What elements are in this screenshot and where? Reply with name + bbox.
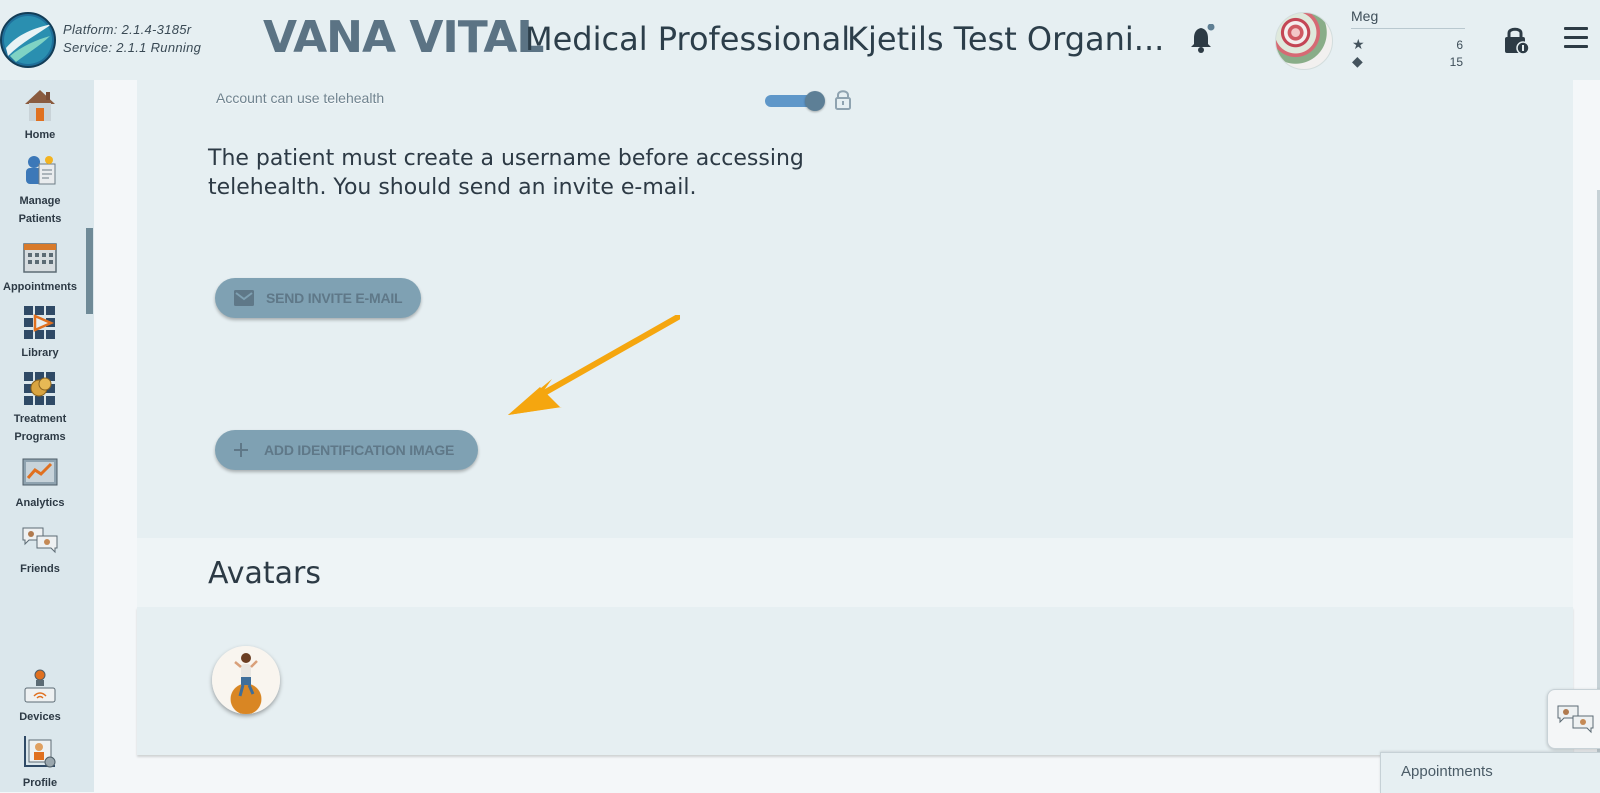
app-header: Platform: 2.1.4-3185r Service: 2.1.1 Run… <box>0 0 1600 80</box>
library-icon <box>24 306 55 339</box>
home-icon <box>25 90 55 121</box>
hamburger-menu-icon[interactable] <box>1564 27 1588 49</box>
user-role[interactable]: Medical Professional <box>525 20 850 58</box>
pointer-arrow <box>508 315 680 415</box>
friends-icon <box>22 527 58 554</box>
sidebar-item-label: Devices <box>19 711 61 723</box>
sidebar-item-label: Friends <box>20 563 60 575</box>
sidebar-item-label: Analytics <box>15 497 65 509</box>
sidebar-item-treatment-programs[interactable]: Treatment Programs <box>0 370 80 446</box>
platform-version: Platform: 2.1.4-3185r <box>63 22 192 37</box>
sidebar-item-friends[interactable]: Friends <box>0 520 80 578</box>
sidebar-item-label: Manage Patients <box>18 195 62 225</box>
sidebar-item-profile[interactable]: Profile <box>0 734 80 792</box>
sidebar-item-home[interactable]: Home <box>0 86 80 144</box>
avatars-header-band <box>137 538 1573 607</box>
lock-icon <box>835 90 851 110</box>
send-invite-label: SEND INVITE E-MAIL <box>266 290 403 306</box>
patients-icon <box>26 156 56 185</box>
devices-icon <box>24 669 56 703</box>
avatars-heading: Avatars <box>208 556 322 591</box>
send-invite-email-button[interactable]: SEND INVITE E-MAIL <box>215 278 421 318</box>
diamond-icon: ◆ <box>1352 53 1363 69</box>
sidebar-item-manage-patients[interactable]: Manage Patients <box>0 152 80 228</box>
app-logo-icon[interactable] <box>0 12 56 68</box>
telehealth-label: Account can use telehealth <box>216 90 385 106</box>
sidebar-item-label: Home <box>24 129 56 141</box>
avatars-card <box>137 607 1573 755</box>
star-count: 6 <box>1456 38 1463 52</box>
friends-chat-icon <box>1557 705 1594 734</box>
sidebar-item-analytics[interactable]: Analytics <box>0 454 80 512</box>
sidebar-scrollbar[interactable] <box>86 228 93 314</box>
avatar-option[interactable] <box>212 646 280 714</box>
telehealth-toggle[interactable] <box>765 91 825 111</box>
sidebar-item-label: Treatment Programs <box>13 413 67 443</box>
organization-name[interactable]: Kjetils Test Organi... <box>847 20 1164 58</box>
star-icon: ★ <box>1352 36 1365 52</box>
lock-icon[interactable] <box>1502 25 1530 55</box>
gem-count: 15 <box>1449 55 1463 69</box>
profile-icon <box>24 736 56 768</box>
appointments-tab-label: Appointments <box>1401 763 1493 780</box>
sidebar-item-label: Appointments <box>3 281 77 293</box>
child-figure-icon <box>234 653 258 697</box>
sidebar-item-label: Library <box>21 347 59 359</box>
calendar-icon <box>23 243 57 273</box>
sidebar-item-label: Profile <box>22 777 58 789</box>
plus-icon <box>234 443 248 457</box>
appointments-drawer-tab[interactable]: Appointments <box>1380 752 1600 793</box>
sidebar-item-library[interactable]: Library <box>0 304 80 362</box>
user-name[interactable]: Meg <box>1351 8 1378 24</box>
sidebar-item-devices[interactable]: Devices <box>0 668 80 726</box>
add-identification-image-button[interactable]: ADD IDENTIFICATION IMAGE <box>215 430 478 470</box>
user-divider <box>1351 28 1465 29</box>
user-avatar[interactable] <box>1275 12 1333 70</box>
service-status: Service: 2.1.1 Running <box>63 40 202 55</box>
treatment-icon <box>24 372 55 405</box>
sidebar: Home Manage Patients Appointments Librar… <box>0 80 94 792</box>
sidebar-item-appointments[interactable]: Appointments <box>0 238 80 296</box>
add-identification-label: ADD IDENTIFICATION IMAGE <box>264 442 455 458</box>
analytics-icon <box>22 458 58 486</box>
app-title: VANA VITAL <box>263 12 544 63</box>
bell-icon[interactable] <box>1189 24 1217 54</box>
mail-icon <box>234 290 254 306</box>
telehealth-notice: The patient must create a username befor… <box>208 146 804 200</box>
chat-button[interactable] <box>1547 689 1600 749</box>
